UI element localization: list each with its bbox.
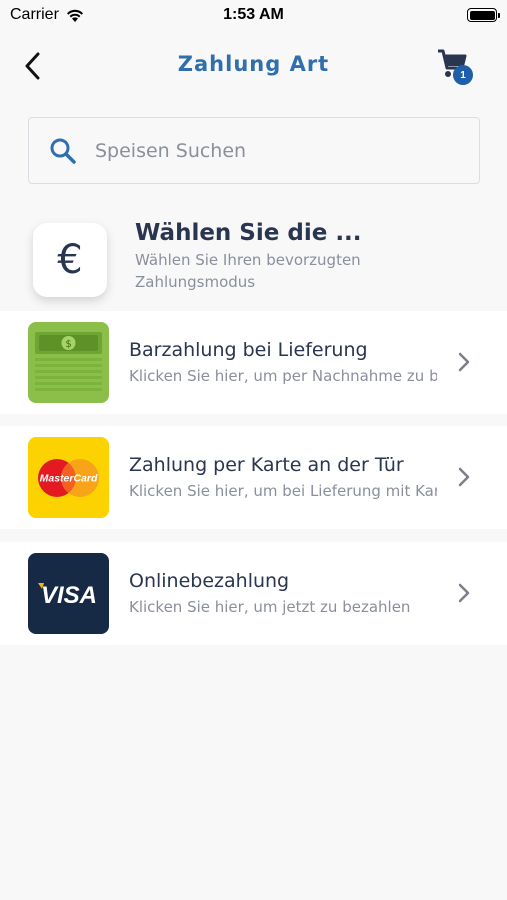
payment-header-subtitle: Wählen Sie Ihren bevorzugten Zahlungsmod… — [135, 251, 361, 291]
search-bar[interactable] — [28, 117, 480, 184]
payment-header-title: Wählen Sie die ... — [135, 220, 362, 246]
payment-option-subtitle: Klicken Sie hier, um per Nachnahme zu be… — [129, 367, 437, 385]
search-input[interactable] — [95, 139, 435, 162]
status-bar: Carrier 1:53 AM — [0, 0, 507, 30]
cart-count-badge: 1 — [453, 65, 473, 85]
battery-icon — [467, 8, 500, 22]
mastercard-icon: MasterCard — [28, 437, 109, 518]
payment-option-cash[interactable]: $ Barzahlung bei Lieferung Klicken Sie h… — [0, 311, 507, 414]
payment-option-title: Zahlung per Karte an der Tür — [129, 454, 404, 476]
visa-label: VISA — [41, 582, 97, 609]
payment-header: € Wählen Sie die ... Wählen Sie Ihren be… — [0, 212, 507, 302]
payment-option-title: Barzahlung bei Lieferung — [129, 339, 368, 361]
cash-icon: $ — [28, 322, 109, 403]
status-time: 1:53 AM — [223, 6, 284, 23]
navigation-bar: Zahlung Art 1 — [0, 40, 507, 92]
euro-icon: € — [33, 223, 107, 297]
chevron-right-icon — [458, 467, 470, 487]
search-icon — [50, 138, 76, 164]
payment-option-subtitle: Klicken Sie hier, um jetzt zu bezahlen — [129, 598, 411, 616]
chevron-right-icon — [458, 352, 470, 372]
payment-option-online[interactable]: VISA Onlinebezahlung Klicken Sie hier, u… — [0, 542, 507, 645]
chevron-right-icon — [458, 583, 470, 603]
payment-option-card[interactable]: MasterCard Zahlung per Karte an der Tür … — [0, 426, 507, 529]
page-title: Zahlung Art — [177, 52, 330, 76]
mastercard-label: MasterCard — [40, 473, 98, 485]
visa-icon: VISA — [28, 553, 109, 634]
svg-text:$: $ — [65, 339, 71, 350]
payment-option-title: Onlinebezahlung — [129, 570, 290, 592]
payment-option-subtitle: Klicken Sie hier, um bei Lieferung mit K… — [129, 482, 437, 500]
cart-button[interactable]: 1 — [437, 48, 473, 85]
